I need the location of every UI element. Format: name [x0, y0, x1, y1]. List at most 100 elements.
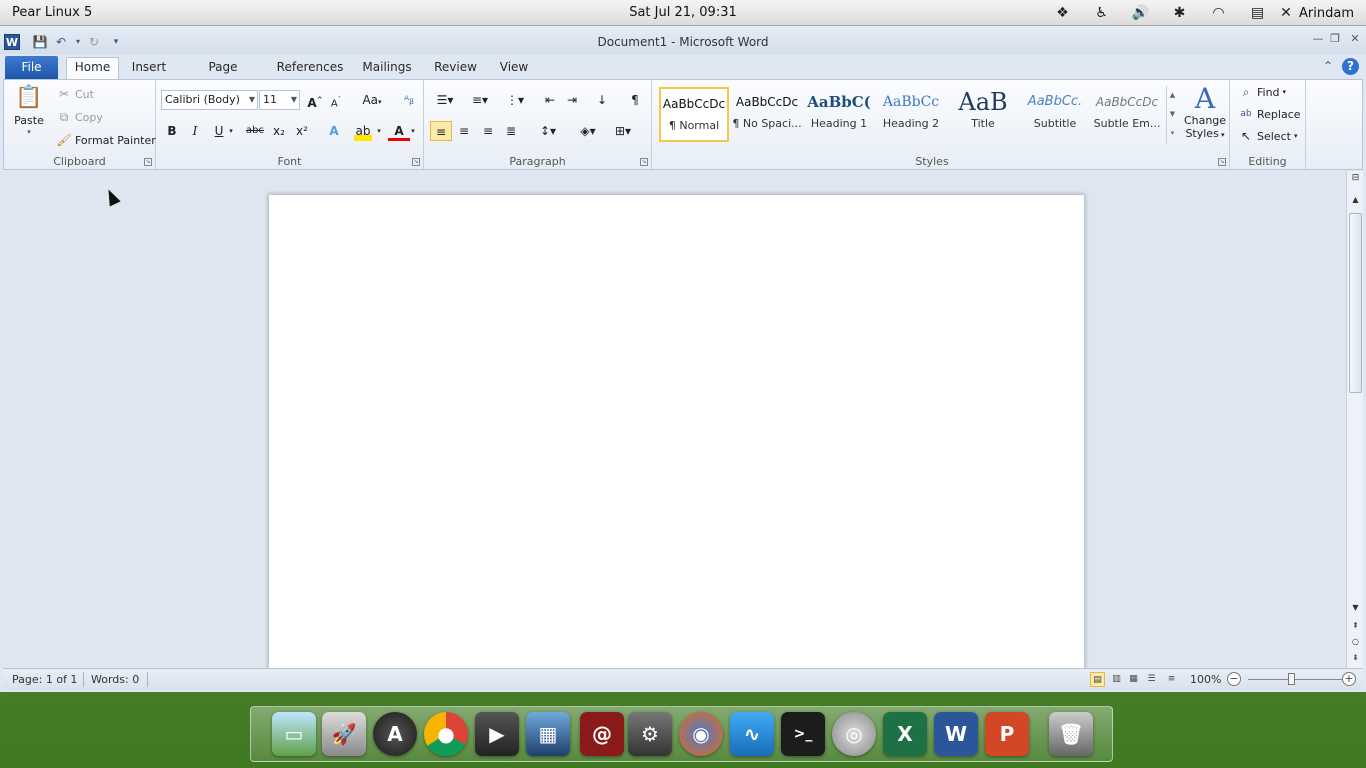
next-page-icon[interactable]: ⇟ [1347, 653, 1364, 662]
highlight-dropdown-icon[interactable]: ▾ [374, 121, 384, 141]
chrome-icon[interactable]: ● [424, 712, 468, 756]
photos-icon[interactable]: ▦ [526, 712, 570, 756]
style-heading-2[interactable]: AaBbCc Heading 2 [876, 87, 946, 142]
bold-button[interactable]: B [161, 121, 183, 141]
find-button[interactable]: ⌕ Find ▾ [1238, 84, 1286, 100]
clipboard-icon[interactable]: ▤ [1238, 3, 1277, 23]
word-logo-icon[interactable]: W [4, 34, 20, 50]
scroll-down-icon[interactable]: ▼ [1347, 603, 1364, 612]
subscript-button[interactable]: x₂ [268, 121, 290, 141]
desktop-icon[interactable]: ▭ [272, 712, 316, 756]
print-layout-icon[interactable]: ▤ [1090, 672, 1105, 687]
mail-icon[interactable]: @ [580, 712, 624, 756]
multilevel-list-icon[interactable]: ⋮▾ [501, 90, 529, 110]
excel-icon[interactable]: X [883, 712, 927, 756]
style-title[interactable]: AaB Title [948, 87, 1018, 142]
web-layout-icon[interactable]: ▦ [1126, 672, 1141, 687]
video-icon[interactable]: ▶ [475, 712, 519, 756]
decrease-indent-icon[interactable]: ⇤ [539, 90, 561, 110]
increase-indent-icon[interactable]: ⇥ [561, 90, 583, 110]
tab-file[interactable]: File [5, 56, 58, 79]
clear-formatting-icon[interactable]: ᴬᵦ [398, 90, 420, 110]
style-no-spacing[interactable]: AaBbCcDc ¶ No Spaci... [732, 87, 802, 142]
tab-page-layout[interactable]: Page Layout [187, 58, 259, 92]
style-subtitle[interactable]: AaBbCc. Subtitle [1020, 87, 1090, 142]
settings-icon[interactable]: ⚙ [628, 712, 672, 756]
change-styles-button[interactable]: A Change Styles ▾ [1182, 84, 1228, 141]
word-icon[interactable]: W [934, 712, 978, 756]
zoom-in-icon[interactable]: + [1342, 672, 1356, 686]
minimize-ribbon-icon[interactable]: ⌃ [1323, 59, 1333, 73]
vertical-scrollbar[interactable]: ⊟ ▲ ▼ ⇞ ○ ⇟ [1346, 171, 1363, 668]
help-icon[interactable]: ? [1342, 58, 1359, 75]
scroll-up-icon[interactable]: ▲ [1347, 195, 1364, 204]
show-marks-button[interactable]: ¶ [624, 90, 646, 110]
borders-icon[interactable]: ⊞▾ [609, 121, 637, 141]
zoom-level[interactable]: 100% [1190, 673, 1221, 686]
firefox-icon[interactable]: ◉ [679, 712, 723, 756]
font-family-select[interactable]: Calibri (Body) ▼ [161, 90, 258, 110]
save-icon[interactable]: 💾 [32, 34, 48, 50]
superscript-button[interactable]: x² [291, 121, 313, 141]
style-subtle-emphasis[interactable]: AaBbCcDc Subtle Em... [1092, 87, 1162, 142]
page-count[interactable]: Page: 1 of 1 [12, 673, 77, 686]
copy-button[interactable]: ⧉ Copy [56, 109, 103, 125]
clipboard-launcher-icon[interactable]: ↘ [144, 158, 152, 166]
undo-dropdown-icon[interactable]: ▾ [70, 34, 86, 50]
close-button[interactable]: ✕ [1347, 32, 1363, 46]
document-page[interactable] [268, 194, 1085, 674]
ruler-toggle-icon[interactable]: ⊟ [1347, 173, 1364, 183]
replace-button[interactable]: ab Replace [1238, 106, 1300, 122]
style-heading-1[interactable]: AaBbC( Heading 1 [804, 87, 874, 142]
grow-font-icon[interactable]: A^ [304, 90, 326, 110]
align-center-icon[interactable]: ≡ [453, 121, 475, 141]
sort-icon[interactable]: ↓ [591, 90, 613, 110]
app-store-icon[interactable]: A [373, 712, 417, 756]
align-right-icon[interactable]: ≡ [477, 121, 499, 141]
distro-name[interactable]: Pear Linux 5 [12, 5, 92, 20]
full-screen-reading-icon[interactable]: ▥ [1109, 672, 1124, 687]
user-icon[interactable]: ✕ [1277, 3, 1295, 23]
underline-dropdown-icon[interactable]: ▾ [226, 121, 236, 141]
disk-utility-icon[interactable]: ◎ [832, 712, 876, 756]
launchpad-icon[interactable]: 🚀 [322, 712, 366, 756]
trash-icon[interactable]: 🗑 [1049, 712, 1093, 756]
tab-home[interactable]: Home [66, 57, 119, 80]
zoom-slider-track[interactable] [1248, 679, 1348, 680]
font-launcher-icon[interactable]: ↘ [412, 158, 420, 166]
browse-object-icon[interactable]: ○ [1347, 637, 1364, 646]
maximize-button[interactable]: ❐ [1327, 32, 1343, 46]
line-spacing-icon[interactable]: ↕▾ [534, 121, 562, 141]
font-size-select[interactable]: 11 ▼ [259, 90, 300, 110]
previous-page-icon[interactable]: ⇞ [1347, 621, 1364, 630]
cut-button[interactable]: ✂ Cut [56, 86, 94, 102]
customize-qat-icon[interactable]: ▾ [108, 34, 124, 50]
dropbox-icon[interactable]: ❖ [1043, 3, 1082, 23]
draft-icon[interactable]: ≡ [1164, 672, 1179, 687]
shading-icon[interactable]: ◈▾ [574, 121, 602, 141]
font-color-icon[interactable]: A [388, 121, 410, 141]
terminal-icon[interactable]: >_ [781, 712, 825, 756]
powerpoint-icon[interactable]: P [985, 712, 1029, 756]
paragraph-launcher-icon[interactable]: ↘ [640, 158, 648, 166]
scrollbar-thumb[interactable] [1349, 213, 1362, 393]
style-normal[interactable]: AaBbCcDc ¶ Normal [659, 87, 729, 142]
minimize-button[interactable]: — [1310, 32, 1326, 46]
redo-icon[interactable]: ↻ [86, 34, 102, 50]
tab-mailings[interactable]: Mailings [361, 58, 413, 79]
tab-view[interactable]: View [497, 58, 531, 79]
shrink-font-icon[interactable]: Aˇ [325, 90, 347, 110]
tab-references[interactable]: References [276, 58, 344, 79]
outline-icon[interactable]: ☰ [1144, 672, 1159, 687]
styles-launcher-icon[interactable]: ↘ [1218, 158, 1226, 166]
user-name[interactable]: Arindam [1295, 6, 1354, 21]
word-count[interactable]: Words: 0 [91, 673, 139, 686]
highlight-icon[interactable]: ab [354, 121, 372, 141]
zoom-slider-thumb[interactable] [1288, 673, 1295, 685]
tab-insert[interactable]: Insert [129, 58, 169, 79]
paste-button[interactable]: 📋 Paste ▾ [10, 83, 48, 136]
accessibility-icon[interactable]: ♿ [1082, 3, 1121, 23]
tab-review[interactable]: Review [433, 58, 478, 79]
bluetooth-icon[interactable]: ✱ [1160, 3, 1199, 23]
italic-button[interactable]: I [184, 121, 206, 141]
